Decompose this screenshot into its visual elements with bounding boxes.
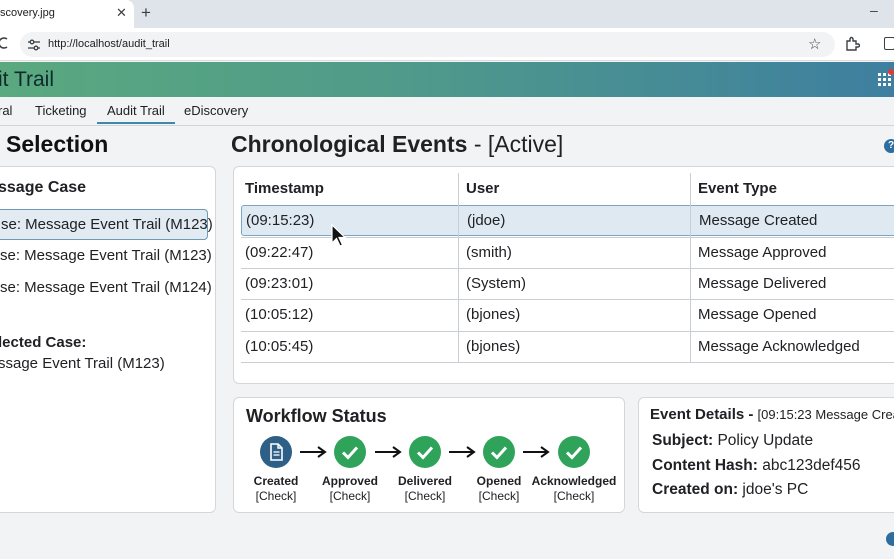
case-item[interactable]: se: Message Event Trail (M124) <box>0 273 212 304</box>
workflow-status-title: Workflow Status <box>246 406 387 426</box>
cell-timestamp: (09:15:23) <box>246 212 315 229</box>
cell-event-type: Message Approved <box>698 244 827 261</box>
event-details-title: Event Details - [09:15:23 Message Crea <box>650 406 894 423</box>
nav-tabs: ral Ticketing Audit Trail eDiscovery <box>0 97 894 126</box>
cell-user: (bjones) <box>466 338 521 355</box>
cell-timestamp: (09:23:01) <box>245 275 314 292</box>
new-tab-icon[interactable]: + <box>141 3 151 23</box>
notification-dot-icon <box>888 69 894 75</box>
detail-created-label: Created on: <box>652 481 739 498</box>
tab-audit-trail[interactable]: Audit Trail <box>97 103 175 124</box>
check-icon <box>483 436 515 468</box>
help-icon[interactable]: ? <box>884 139 894 153</box>
bookmark-star-icon[interactable]: ☆ <box>808 35 821 53</box>
tab-ticketing[interactable]: Ticketing <box>35 103 87 118</box>
url-text: http://localhost/audit_trail <box>48 38 170 50</box>
column-divider <box>690 173 691 363</box>
detail-created-on: Created on: jdoe's PC <box>652 481 808 499</box>
app-header: it Trail <box>0 62 894 97</box>
detail-created-value: jdoe's PC <box>738 481 809 498</box>
detail-subject-value: Policy Update <box>713 432 814 449</box>
cell-user: (System) <box>466 275 526 292</box>
document-icon <box>260 436 292 468</box>
detail-subject-label: Subject: <box>652 432 714 449</box>
step-label: Acknowledged <box>531 474 617 488</box>
selected-case-value: ssage Event Trail (M123) <box>0 355 165 372</box>
app-title: it Trail <box>0 68 55 91</box>
case-item[interactable]: se: Message Event Trail (M123) <box>0 241 212 272</box>
case-item-label: se: Message Event Trail (M123) <box>1 216 213 233</box>
extensions-icon[interactable] <box>845 36 860 51</box>
close-icon[interactable]: ✕ <box>116 5 127 21</box>
table-row[interactable]: (09:23:01) (System) Message Delivered <box>241 268 894 299</box>
column-header-user[interactable]: User <box>462 173 499 205</box>
help-icon[interactable] <box>886 532 894 546</box>
table-row[interactable]: (10:05:45) (bjones) Message Acknowledged <box>241 331 894 362</box>
tab-ediscovery[interactable]: eDiscovery <box>184 103 248 118</box>
cell-user: (jdoe) <box>467 212 506 229</box>
table-divider <box>241 362 894 363</box>
selection-heading: Selection <box>6 131 109 157</box>
table-row[interactable]: (10:05:12) (bjones) Message Opened <box>241 299 894 330</box>
cell-event-type: Message Acknowledged <box>698 338 860 355</box>
message-case-title: ssage Case <box>0 179 87 196</box>
check-icon <box>334 436 366 468</box>
cell-timestamp: (10:05:12) <box>245 306 314 323</box>
cell-event-type: Message Opened <box>698 306 817 323</box>
detail-subject: Subject: Policy Update <box>652 432 813 450</box>
case-item-label: se: Message Event Trail (M124) <box>0 279 212 296</box>
case-item[interactable]: se: Message Event Trail (M123) <box>0 209 213 240</box>
url-bar[interactable]: http://localhost/audit_trail ☆ <box>20 32 835 57</box>
detail-hash-label: Content Hash: <box>652 457 758 474</box>
page-title: Chronological Events - [Active] <box>231 131 563 158</box>
column-header-timestamp[interactable]: Timestamp <box>241 173 324 205</box>
tab-general[interactable]: ral <box>0 103 12 118</box>
apps-grid-icon[interactable] <box>878 73 894 87</box>
browser-tab[interactable]: scovery.jpg ✕ <box>0 0 134 28</box>
column-divider <box>458 173 459 363</box>
cell-timestamp: (09:22:47) <box>245 244 314 261</box>
cell-user: (bjones) <box>466 306 521 323</box>
event-details-heading: Event Details - <box>650 406 758 423</box>
check-icon <box>558 436 590 468</box>
selected-case-label: lected Case: <box>0 334 87 351</box>
side-panel-icon[interactable] <box>884 37 894 50</box>
page-title-status: - [Active] <box>467 131 564 157</box>
cell-timestamp: (10:05:45) <box>245 338 314 355</box>
browser-tab-title: scovery.jpg <box>0 7 55 19</box>
cell-event-type: Message Delivered <box>698 275 827 292</box>
site-settings-icon[interactable] <box>27 38 41 52</box>
check-icon <box>409 436 441 468</box>
detail-hash-value: abc123def456 <box>757 457 861 474</box>
reload-icon[interactable] <box>0 36 10 50</box>
event-details-timestamp: [09:15:23 Message Crea <box>757 407 894 422</box>
case-item-label: se: Message Event Trail (M123) <box>0 247 212 264</box>
browser-tab-bar: scovery.jpg ✕ + – <box>0 0 894 28</box>
detail-content-hash: Content Hash: abc123def456 <box>652 457 861 475</box>
mouse-cursor-icon <box>331 224 347 247</box>
page-title-main: Chronological Events <box>231 131 468 157</box>
events-table: Timestamp User Event Type (09:15:23) (jd… <box>241 173 894 363</box>
column-header-event-type[interactable]: Event Type <box>694 173 777 205</box>
step-status: [Check] <box>553 489 595 503</box>
browser-address-bar: http://localhost/audit_trail ☆ <box>0 28 894 61</box>
workflow-step-acknowledged[interactable]: Acknowledged [Check] <box>529 436 619 503</box>
minimize-icon[interactable]: – <box>870 2 878 18</box>
cell-event-type: Message Created <box>699 212 818 229</box>
cell-user: (smith) <box>466 244 512 261</box>
